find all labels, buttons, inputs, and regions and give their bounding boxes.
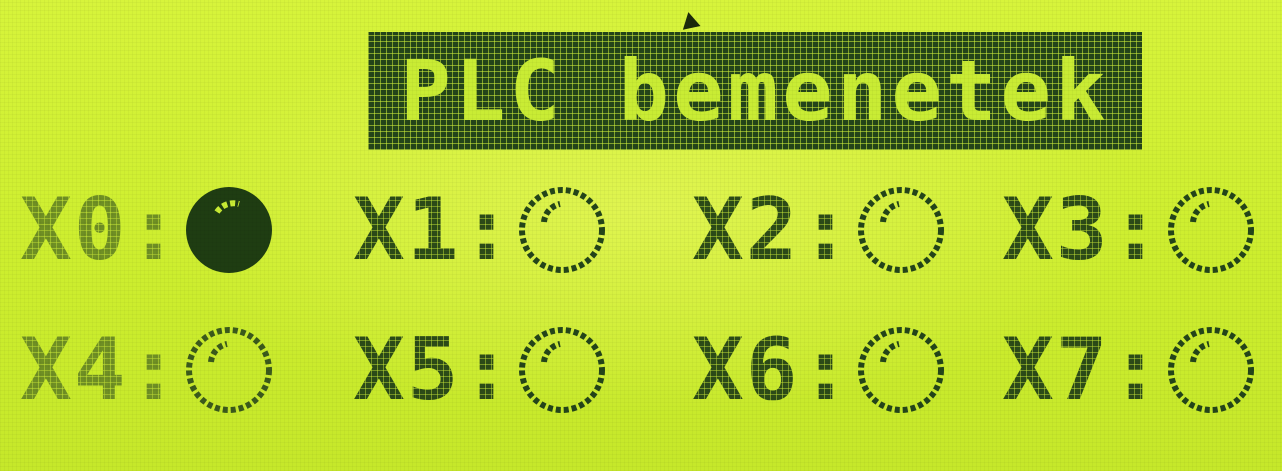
input-x0: X0: bbox=[20, 175, 275, 285]
input-label: X2: bbox=[692, 180, 854, 280]
input-x1: X1: bbox=[353, 175, 608, 285]
input-label: X1: bbox=[353, 180, 515, 280]
input-label: X0: bbox=[20, 180, 182, 280]
empty-circle-icon bbox=[1168, 187, 1255, 273]
empty-circle-icon bbox=[186, 327, 273, 413]
input-x3: X3: bbox=[1002, 175, 1257, 285]
empty-circle-icon bbox=[1168, 327, 1255, 413]
cursor-arrow-icon bbox=[679, 10, 701, 30]
input-x2: X2: bbox=[692, 175, 947, 285]
input-x5: X5: bbox=[353, 315, 608, 425]
filled-circle-icon bbox=[186, 187, 273, 273]
title-bar: PLC bemenetek bbox=[368, 32, 1142, 150]
input-x4: X4: bbox=[20, 315, 275, 425]
empty-circle-icon bbox=[858, 327, 945, 413]
input-label: X6: bbox=[692, 320, 854, 420]
lcd-screen: PLC bemenetek X0: X1: X2: X3: X4: X5: X6… bbox=[0, 0, 1282, 471]
empty-circle-icon bbox=[519, 327, 606, 413]
input-label: X3: bbox=[1002, 180, 1164, 280]
empty-circle-icon bbox=[858, 187, 945, 273]
empty-circle-icon bbox=[519, 187, 606, 273]
input-label: X4: bbox=[20, 320, 182, 420]
input-x6: X6: bbox=[692, 315, 947, 425]
input-label: X7: bbox=[1002, 320, 1164, 420]
input-label: X5: bbox=[353, 320, 515, 420]
input-x7: X7: bbox=[1002, 315, 1257, 425]
page-title: PLC bemenetek bbox=[400, 42, 1110, 140]
